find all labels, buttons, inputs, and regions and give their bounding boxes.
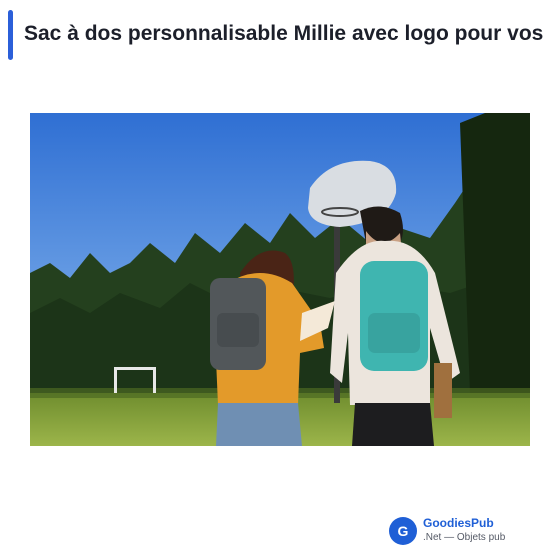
brand-logo-icon: G bbox=[389, 517, 417, 545]
brand-tagline: .Net — Objets pub bbox=[423, 532, 506, 543]
title-accent-bar bbox=[8, 10, 13, 60]
brand-name: GoodiesPub bbox=[423, 516, 494, 530]
title-bar: Sac à dos personnalisable Millie avec lo… bbox=[0, 8, 560, 60]
page-title: Sac à dos personnalisable Millie avec lo… bbox=[24, 22, 544, 45]
product-image bbox=[30, 113, 530, 446]
brand-watermark: G GoodiesPub .Net — Objets pub bbox=[389, 516, 554, 548]
